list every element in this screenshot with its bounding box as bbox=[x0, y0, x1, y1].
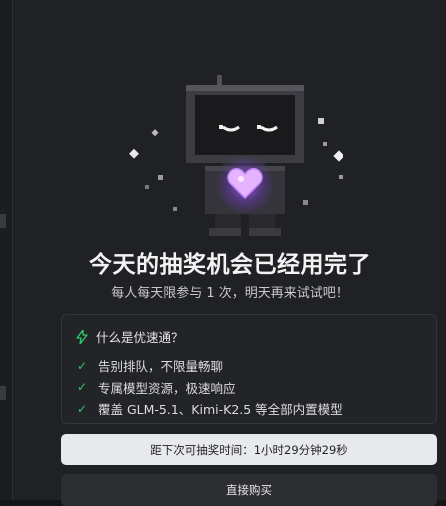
dialog-title: 今天的抽奖机会已经用完了 bbox=[89, 252, 371, 278]
check-icon: ✓ bbox=[76, 380, 88, 395]
list-item-text: 专属模型资源，极速响应 bbox=[98, 380, 236, 396]
backdrop-fragment bbox=[0, 386, 6, 400]
dialog-subtitle: 每人每天限参与 1 次，明天再来试试吧！ bbox=[111, 286, 349, 301]
list-item: ✓ 覆盖 GLM-5.1、Kimi-K2.5 等全部内置模型 bbox=[76, 398, 422, 420]
list-item-text: 告别排队，不限量畅聊 bbox=[98, 359, 224, 375]
info-card: 什么是优速通？ ✓ 告别排队，不限量畅聊 ✓ 专属模型资源，极速响应 ✓ 覆盖 … bbox=[61, 314, 437, 424]
list-item: ✓ 告别排队，不限量畅聊 bbox=[76, 355, 422, 377]
list-item: ✓ 专属模型资源，极速响应 bbox=[76, 377, 422, 399]
check-icon: ✓ bbox=[76, 401, 88, 416]
lightning-bolt-icon bbox=[76, 329, 88, 344]
countdown-button[interactable]: 距下次可抽奖时间：1小时29分钟29秒 bbox=[61, 434, 437, 465]
sleepy-robot-with-heart-icon bbox=[129, 75, 343, 236]
info-heading: 什么是优速通？ bbox=[76, 327, 422, 346]
list-item-text: 覆盖 GLM-5.1、Kimi-K2.5 等全部内置模型 bbox=[98, 402, 343, 418]
info-heading-text: 什么是优速通？ bbox=[96, 330, 184, 345]
lottery-dialog: 今天的抽奖机会已经用完了 每人每天限参与 1 次，明天再来试试吧！ 什么是优速通… bbox=[12, 0, 446, 506]
buy-button[interactable]: 直接购买 bbox=[61, 474, 437, 506]
backdrop-fragment bbox=[0, 214, 6, 228]
backdrop-edge bbox=[0, 0, 12, 500]
check-icon: ✓ bbox=[76, 358, 88, 373]
